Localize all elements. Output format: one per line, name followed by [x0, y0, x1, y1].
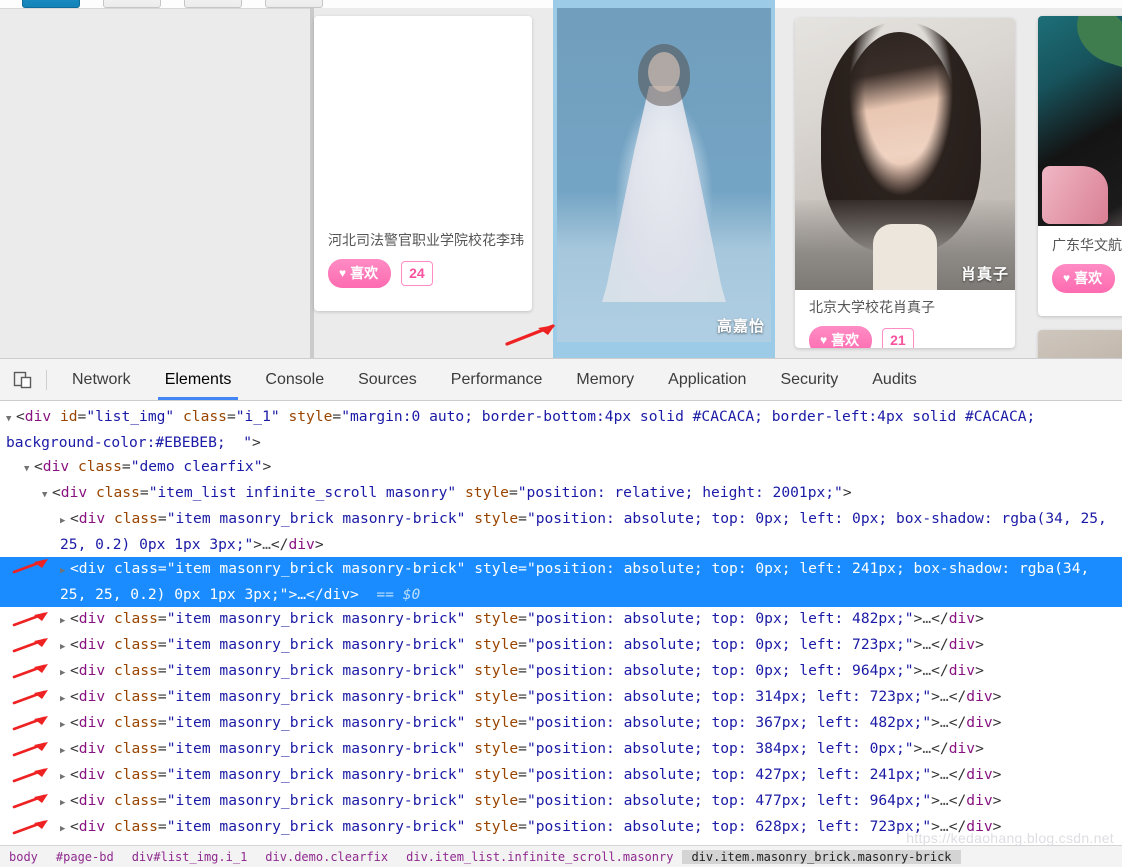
card-image-subject-a [1042, 166, 1108, 224]
card-item[interactable]: 广东华文航空 ♥ 喜欢 16 [1038, 16, 1122, 316]
dom-node[interactable]: ▶<div class="item masonry_brick masonry-… [0, 815, 1122, 841]
breadcrumb-item[interactable]: body [0, 850, 47, 864]
card-title: 河北司法警官职业学院校花李玮 [328, 232, 524, 248]
tab-sources[interactable]: Sources [341, 359, 434, 400]
dom-node[interactable]: ▼ <div class="demo clearfix"> [0, 455, 1122, 481]
breadcrumb-item[interactable]: div.item.masonry_brick.masonry-brick [682, 850, 961, 864]
card-title: 北京大学校花肖真子 [809, 299, 935, 315]
card-image-plant [1067, 16, 1122, 69]
dom-node-selected[interactable]: ▶ <div class="item masonry_brick masonry-… [0, 557, 1122, 607]
toolbar-button-1[interactable] [22, 0, 80, 8]
card-title: 广东华文航空 [1052, 237, 1122, 253]
disclosure-triangle-icon[interactable]: ▶ [60, 739, 70, 763]
dom-node[interactable]: ▼ <div class="item_list infinite_scroll m… [0, 481, 1122, 507]
disclosure-triangle-icon[interactable]: ▶ [60, 661, 70, 685]
disclosure-triangle-icon[interactable]: ▶ [60, 687, 70, 711]
like-button-label: 喜欢 [1074, 270, 1103, 286]
like-button[interactable]: ♥ 喜欢 [328, 259, 392, 288]
web-page-viewport: 河北司法警官职业学院校花李玮 ♥ 喜欢 24 高嘉怡 肖真子 北京大学校花肖真子… [0, 0, 1122, 358]
card-image: 高嘉怡 [557, 8, 771, 342]
device-toolbar-icon[interactable] [0, 370, 46, 390]
dom-node[interactable]: ▼ <div id="list_img" class="i_1" style="m… [0, 405, 1122, 455]
devtools-panel: Network Elements Console Sources Perform… [0, 358, 1122, 867]
image-watermark: 肖真子 [960, 266, 1009, 283]
card-actions: ♥ 喜欢 24 [314, 249, 532, 288]
like-button-label: 喜欢 [350, 265, 379, 281]
tab-elements[interactable]: Elements [148, 359, 249, 400]
like-button[interactable]: ♥ 喜欢 [1052, 264, 1116, 293]
card-image-subject-blouse [873, 224, 937, 290]
dom-node[interactable]: ▶<div class="item masonry_brick masonry-… [0, 507, 1122, 557]
like-count-badge: 21 [882, 328, 914, 348]
disclosure-triangle-icon[interactable]: ▼ [24, 457, 34, 481]
disclosure-triangle-icon[interactable]: ▶ [60, 635, 70, 659]
dom-node[interactable]: ▶<div class="item masonry_brick masonry-… [0, 789, 1122, 815]
disclosure-triangle-icon[interactable]: ▶ [60, 509, 70, 533]
disclosure-triangle-icon[interactable]: ▶ [60, 609, 70, 633]
heart-icon: ♥ [1063, 271, 1071, 285]
dom-node[interactable]: ▶<div class="item masonry_brick masonry-… [0, 659, 1122, 685]
toolbar-divider [46, 369, 47, 390]
breadcrumb-item[interactable]: div.item_list.infinite_scroll.masonry [397, 850, 682, 864]
card-image [1038, 330, 1122, 358]
breadcrumb-item[interactable]: div#list_img.i_1 [123, 850, 257, 864]
like-button[interactable]: ♥ 喜欢 [809, 326, 873, 348]
disclosure-triangle-icon[interactable]: ▶ [60, 765, 70, 789]
card-image: 肖真子 [795, 18, 1015, 290]
heart-icon: ♥ [339, 266, 347, 280]
dom-node[interactable]: ▶<div class="item masonry_brick masonry-… [0, 737, 1122, 763]
card-actions: ♥ 喜欢 21 [795, 316, 1015, 348]
disclosure-triangle-icon[interactable]: ▶ [60, 713, 70, 737]
card-item-highlighted[interactable]: 高嘉怡 [553, 0, 775, 358]
card-item[interactable]: 河北司法警官职业学院校花李玮 ♥ 喜欢 24 [314, 16, 532, 311]
disclosure-triangle-icon[interactable]: ▼ [6, 407, 16, 431]
dom-tree[interactable]: ▼ <div id="list_img" class="i_1" style="m… [0, 401, 1122, 850]
card-item[interactable] [1038, 330, 1122, 358]
tab-memory[interactable]: Memory [559, 359, 651, 400]
disclosure-triangle-icon[interactable]: ▶ [60, 817, 70, 841]
like-count-badge: 24 [401, 261, 433, 286]
toolbar-button-2[interactable] [103, 0, 161, 8]
dom-node[interactable]: ▶<div class="item masonry_brick masonry-… [0, 607, 1122, 633]
disclosure-triangle-icon[interactable]: ▶ [60, 559, 70, 583]
image-watermark: 高嘉怡 [716, 318, 765, 335]
breadcrumb-item[interactable]: div.demo.clearfix [256, 850, 397, 864]
disclosure-triangle-icon[interactable]: ▶ [60, 791, 70, 815]
like-button-label: 喜欢 [831, 332, 860, 348]
tab-console[interactable]: Console [248, 359, 341, 400]
tab-network[interactable]: Network [55, 359, 148, 400]
card-item[interactable]: 肖真子 北京大学校花肖真子 ♥ 喜欢 21 [795, 18, 1015, 348]
breadcrumb-item[interactable]: #page-bd [47, 850, 123, 864]
dom-node[interactable]: ▶<div class="item masonry_brick masonry-… [0, 685, 1122, 711]
tab-security[interactable]: Security [763, 359, 855, 400]
card-actions: ♥ 喜欢 16 [1038, 254, 1122, 293]
card-image-placeholder [314, 16, 532, 231]
card-image [1038, 16, 1122, 226]
dom-node[interactable]: ▶<div class="item masonry_brick masonry-… [0, 763, 1122, 789]
disclosure-triangle-icon[interactable]: ▼ [42, 483, 52, 507]
tab-audits[interactable]: Audits [855, 359, 933, 400]
screenshot-root: 河北司法警官职业学院校花李玮 ♥ 喜欢 24 高嘉怡 肖真子 北京大学校花肖真子… [0, 0, 1122, 867]
tab-performance[interactable]: Performance [434, 359, 560, 400]
tab-application[interactable]: Application [651, 359, 763, 400]
dom-node[interactable]: ▶<div class="item masonry_brick masonry-… [0, 711, 1122, 737]
toolbar-button-4[interactable] [265, 0, 323, 8]
dom-node[interactable]: ▶<div class="item masonry_brick masonry-… [0, 633, 1122, 659]
card-image-subject-head [648, 52, 680, 92]
breadcrumb: body #page-bd div#list_img.i_1 div.demo.cle… [0, 845, 1122, 867]
heart-icon: ♥ [820, 333, 828, 347]
devtools-tabbar: Network Elements Console Sources Perform… [0, 359, 1122, 401]
toolbar-button-3[interactable] [184, 0, 242, 8]
